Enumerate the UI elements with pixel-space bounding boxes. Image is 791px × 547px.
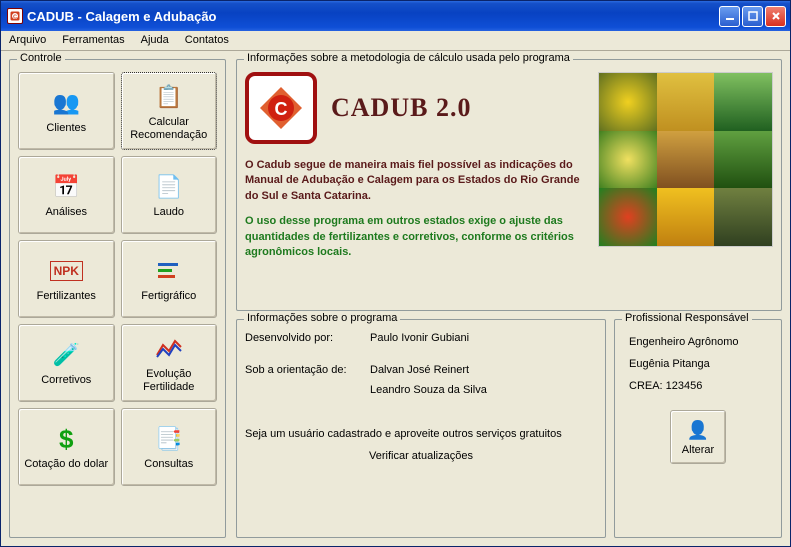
person-icon: 👤 [686,418,710,442]
client-area: Controle 👥 Clientes 📋 Calcular Recomenda… [1,51,790,546]
controle-grid: 👥 Clientes 📋 Calcular Recomendação 📅 Aná… [18,72,217,486]
window-controls [719,6,786,27]
calcular-button[interactable]: 📋 Calcular Recomendação [121,72,218,150]
app-logo: C [245,72,317,144]
calendar-icon: 📅 [50,171,82,203]
evolucao-button[interactable]: Evolução Fertilidade [121,324,218,402]
titlebar[interactable]: C CADUB - Calagem e Adubação [1,1,790,31]
analises-label: Análises [45,206,87,218]
analises-button[interactable]: 📅 Análises [18,156,115,234]
maximize-button[interactable] [742,6,763,27]
alterar-label: Alterar [682,444,714,456]
app-icon: C [7,8,23,24]
window-title: CADUB - Calagem e Adubação [27,9,719,24]
svg-text:C: C [13,14,17,20]
bottom-row: Informações sobre o programa Desenvolvid… [236,319,782,538]
consultas-label: Consultas [144,458,193,470]
professional-crea: CREA: 123456 [629,380,767,392]
clientes-label: Clientes [46,122,86,134]
calcular-label: Calcular Recomendação [124,116,215,140]
methodology-group: Informações sobre a metodologia de cálcu… [236,59,782,311]
professional-role: Engenheiro Agrônomo [629,336,767,348]
fertigrafico-button[interactable]: Fertigráfico [121,240,218,318]
program-info-title: Informações sobre o programa [244,312,400,324]
menu-arquivo[interactable]: Arquivo [1,31,54,50]
fertigrafico-label: Fertigráfico [141,290,196,302]
clientes-button[interactable]: 👥 Clientes [18,72,115,150]
right-column: Informações sobre a metodologia de cálcu… [236,59,782,538]
professional-group: Profissional Responsável Engenheiro Agrô… [614,319,782,538]
methodology-title: Informações sobre a metodologia de cálcu… [244,52,573,64]
oriented-by-value-2: Leandro Souza da Silva [370,384,597,396]
oriented-by-value-1: Dalvan José Reinert [370,364,597,376]
trend-icon [153,333,185,365]
laudo-label: Laudo [153,206,184,218]
register-text: Seja um usuário cadastrado e aproveite o… [245,428,597,440]
controle-group: Controle 👥 Clientes 📋 Calcular Recomenda… [9,59,226,538]
cotacao-button[interactable]: $ Cotação do dolar [18,408,115,486]
methodology-left: C CADUB 2.0 O Cadub segue de maneira mai… [245,72,580,260]
laudo-button[interactable]: 📄 Laudo [121,156,218,234]
bars-icon [153,255,185,287]
evolucao-label: Evolução Fertilidade [124,368,215,392]
dollar-icon: $ [50,423,82,455]
program-info-group: Informações sobre o programa Desenvolvid… [236,319,606,538]
controle-title: Controle [17,52,65,64]
professional-title: Profissional Responsável [622,312,752,324]
npk-icon: NPK [50,255,82,287]
fertilizantes-label: Fertilizantes [37,290,96,302]
svg-text:C: C [275,99,288,119]
corretivos-label: Corretivos [41,374,91,386]
calculator-icon: 📋 [153,81,185,113]
report-icon: 📄 [153,171,185,203]
minimize-button[interactable] [719,6,740,27]
consultas-button[interactable]: 📑 Consultas [121,408,218,486]
methodology-text-1: O Cadub segue de maneira mais fiel possí… [245,158,580,204]
app-name: CADUB 2.0 [331,93,471,123]
oriented-by-label: Sob a orientação de: [245,364,370,376]
corretivos-button[interactable]: 🧪 Corretivos [18,324,115,402]
menu-contatos[interactable]: Contatos [177,31,237,50]
fertilizantes-button[interactable]: NPK Fertilizantes [18,240,115,318]
menu-ferramentas[interactable]: Ferramentas [54,31,132,50]
cotacao-label: Cotação do dolar [24,458,108,470]
menu-ajuda[interactable]: Ajuda [133,31,177,50]
methodology-text-2: O uso desse programa em outros estados e… [245,214,580,260]
developed-by-value: Paulo Ivonir Gubiani [370,332,597,344]
close-button[interactable] [765,6,786,27]
documents-icon: 📑 [153,423,185,455]
application-window: C CADUB - Calagem e Adubação Arquivo Fer… [0,0,791,547]
soil-icon: 🧪 [50,339,82,371]
professional-name: Eugênia Pitanga [629,358,767,370]
verify-updates-link[interactable]: Verificar atualizações [245,450,597,462]
people-icon: 👥 [50,87,82,119]
crop-images-grid [598,72,773,247]
developed-by-label: Desenvolvido por: [245,332,370,344]
menubar: Arquivo Ferramentas Ajuda Contatos [1,31,790,51]
alterar-button[interactable]: 👤 Alterar [670,410,726,464]
